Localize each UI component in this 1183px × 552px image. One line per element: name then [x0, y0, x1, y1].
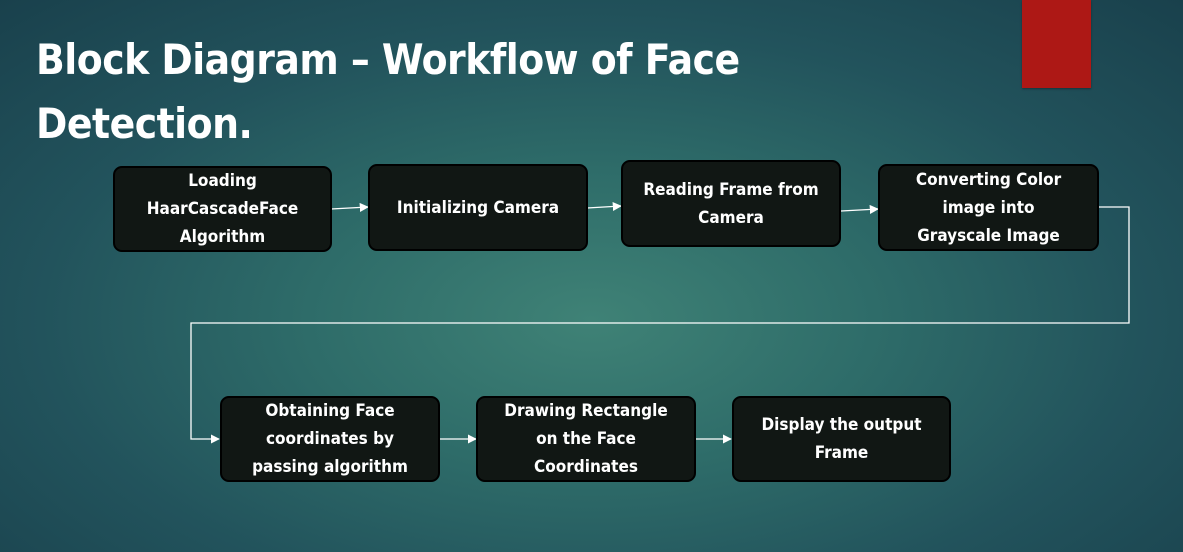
slide: Block Diagram – Workflow of Face Detecti…: [0, 0, 1183, 552]
step-load-haarcascade: Loading HaarCascadeFace Algorithm: [113, 166, 332, 252]
step-convert-grayscale: Converting Color image into Grayscale Im…: [878, 164, 1099, 251]
step-label: Obtaining Face coordinates by passing al…: [252, 401, 408, 477]
slide-title: Block Diagram – Workflow of Face Detecti…: [36, 35, 740, 148]
step-label: Loading HaarCascadeFace Algorithm: [146, 171, 299, 247]
arrow-1-2: [330, 202, 369, 212]
step-label: Converting Color image into Grayscale Im…: [915, 169, 1062, 246]
arrow-2-3: [586, 201, 622, 212]
step-label: Drawing Rectangle on the Face Coordinate…: [504, 401, 668, 477]
step-draw-rectangle: Drawing Rectangle on the Face Coordinate…: [476, 396, 696, 482]
accent-bar: [1022, 0, 1091, 88]
step-read-frame: Reading Frame from Camera: [621, 160, 841, 247]
step-initialize-camera: Initializing Camera: [368, 164, 588, 251]
step-label: Initializing Camera: [396, 197, 560, 218]
arrow-3-4: [840, 204, 879, 214]
step-obtain-face-coordinates: Obtaining Face coordinates by passing al…: [220, 396, 440, 482]
step-label: Reading Frame from Camera: [643, 179, 819, 228]
step-label: Display the output Frame: [761, 415, 922, 463]
step-display-output: Display the output Frame: [732, 396, 951, 482]
